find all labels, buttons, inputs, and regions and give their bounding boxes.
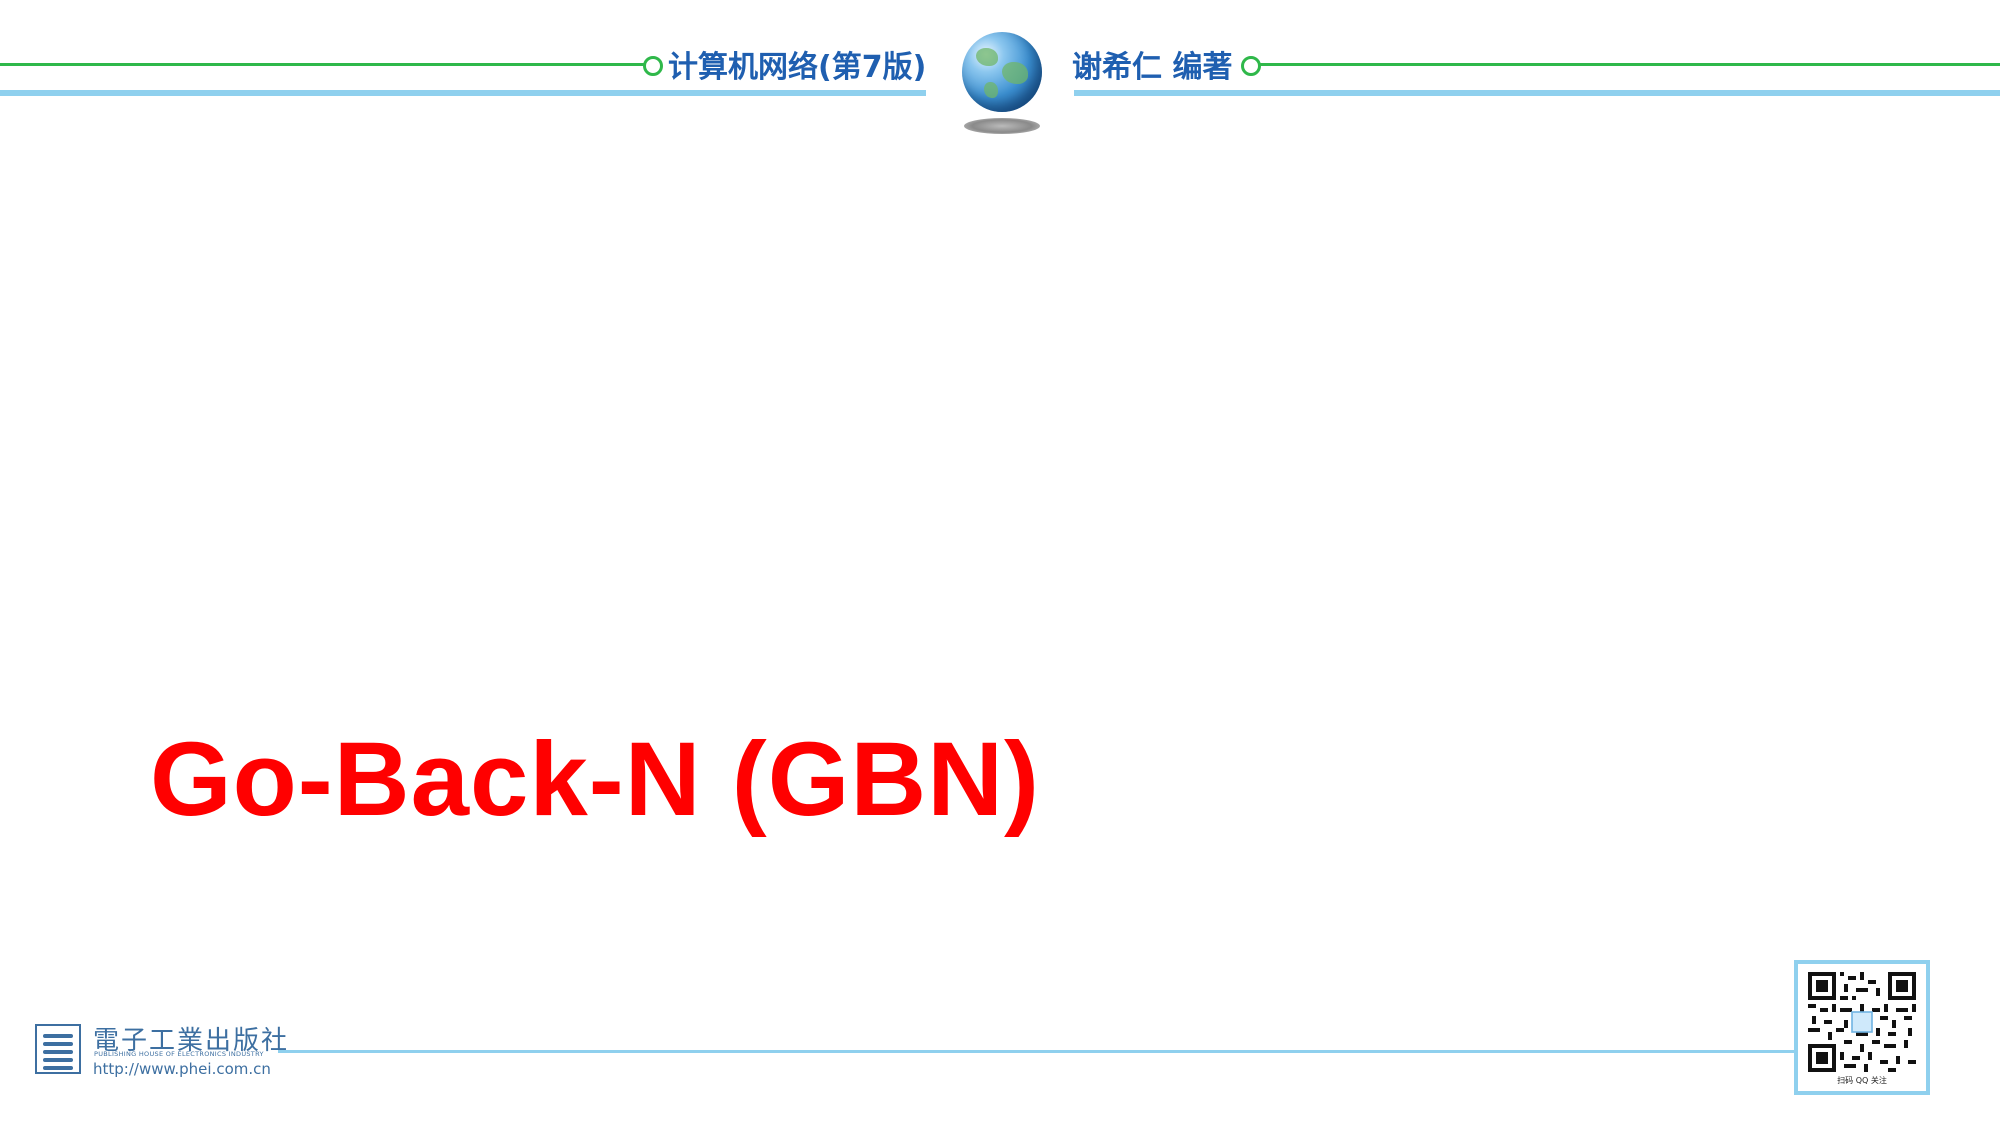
header-green-line-left: [0, 63, 648, 66]
book-title: 计算机网络(第7版): [668, 50, 927, 85]
header-ring-left: [643, 56, 663, 76]
header-green-line-right: [1258, 63, 2000, 66]
globe-icon: [958, 30, 1046, 138]
publisher-url: http://www.phei.com.cn: [93, 1060, 271, 1078]
author: 谢希仁 编著: [1072, 50, 1233, 85]
qr-caption: 扫码 QQ 关注: [1837, 1076, 1887, 1085]
header-ring-right: [1241, 56, 1261, 76]
publisher-logo-icon: [35, 1024, 81, 1074]
slide-title: Go-Back-N (GBN): [150, 721, 1041, 838]
publisher-name-en: PUBLISHING HOUSE OF ELECTRONICS INDUSTRY: [94, 1050, 264, 1058]
qr-code: 扫码 QQ 关注: [1794, 960, 1930, 1095]
qr-code-icon: [1808, 972, 1916, 1072]
footer-blue-line: [278, 1050, 1794, 1053]
header-blue-line-left: [0, 90, 926, 96]
header-blue-line-right: [1074, 90, 2000, 96]
publisher-logo: 電子工業出版社 PUBLISHING HOUSE OF ELECTRONICS …: [35, 1020, 287, 1080]
